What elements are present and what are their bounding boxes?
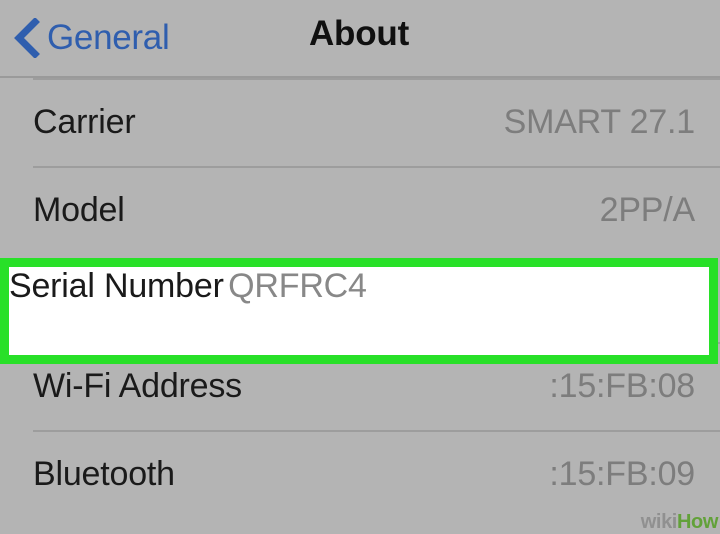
table-row-serial-number-highlighted[interactable]: Serial Number QRFRC4 [0, 258, 718, 364]
row-value: QRFRC4 [228, 267, 367, 305]
row-label: Serial Number [9, 267, 224, 305]
watermark-wiki-text: wiki [640, 511, 678, 533]
page-title: About [308, 14, 410, 53]
navigation-bar: General About [0, 0, 720, 78]
row-value: SMART 27.1 [503, 102, 696, 141]
table-row-bluetooth[interactable]: Bluetooth :15:FB:09 [0, 430, 720, 518]
row-label: Wi-Fi Address [33, 366, 242, 405]
row-label: Bluetooth [33, 454, 175, 493]
table-row-model[interactable]: Model 2PP/A [0, 166, 720, 254]
row-value: 2PP/A [599, 190, 696, 229]
row-value: :15:FB:09 [549, 454, 695, 493]
settings-about-screen: General About Carrier SMART 27.1 Model 2… [0, 0, 720, 533]
row-label: Carrier [33, 102, 136, 141]
row-value: :15:FB:08 [549, 366, 695, 405]
watermark-how-text: How [676, 511, 718, 533]
table-row-carrier[interactable]: Carrier SMART 27.1 [0, 78, 720, 166]
row-label: Model [33, 190, 125, 229]
